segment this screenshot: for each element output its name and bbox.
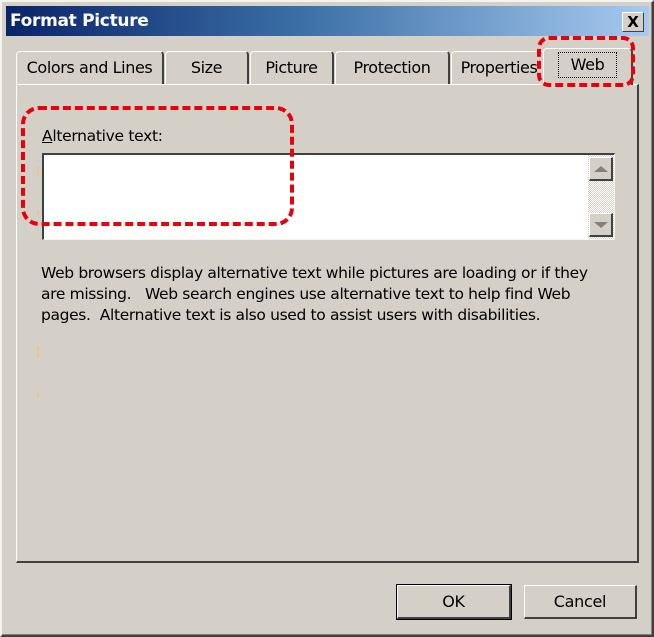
accelerator-key: A (42, 127, 53, 145)
close-icon: X (627, 12, 639, 31)
alternative-text-label: Alternative text: (42, 127, 163, 145)
dialog-title: Format Picture (10, 11, 149, 31)
tab-size[interactable]: Size (165, 51, 249, 84)
artifact-mark (37, 346, 39, 358)
close-button[interactable]: X (622, 12, 644, 32)
tab-label: Colors and Lines (26, 58, 153, 77)
alternative-text-input[interactable] (44, 155, 586, 239)
arrow-down-icon (593, 221, 608, 228)
tab-label: Properties (460, 58, 538, 77)
artifact-mark (37, 393, 39, 397)
label-text: lternative text: (52, 127, 163, 145)
vertical-scrollbar[interactable] (588, 155, 614, 239)
tab-label: Protection (353, 58, 431, 77)
artifact-mark (37, 166, 39, 176)
alternative-text-description: Web browsers display alternative text wh… (41, 264, 588, 324)
tab-web[interactable]: Web (543, 48, 633, 85)
ok-button[interactable]: OK (396, 584, 512, 620)
cancel-button[interactable]: Cancel (524, 585, 637, 619)
tab-colors-and-lines[interactable]: Colors and Lines (16, 51, 164, 84)
artifact-mark (37, 210, 39, 216)
tab-label: Size (190, 58, 223, 77)
scroll-up-button[interactable] (589, 157, 613, 181)
tab-label: Picture (265, 58, 318, 77)
arrow-up-icon (593, 165, 608, 172)
alternative-text-field-container (42, 153, 615, 240)
tab-label: Web (557, 52, 618, 78)
tab-protection[interactable]: Protection (335, 51, 450, 84)
scroll-down-button[interactable] (589, 213, 613, 237)
tab-properties[interactable]: Properties (451, 51, 548, 84)
title-bar[interactable]: Format Picture X (6, 6, 649, 36)
tab-picture[interactable]: Picture (250, 51, 334, 84)
